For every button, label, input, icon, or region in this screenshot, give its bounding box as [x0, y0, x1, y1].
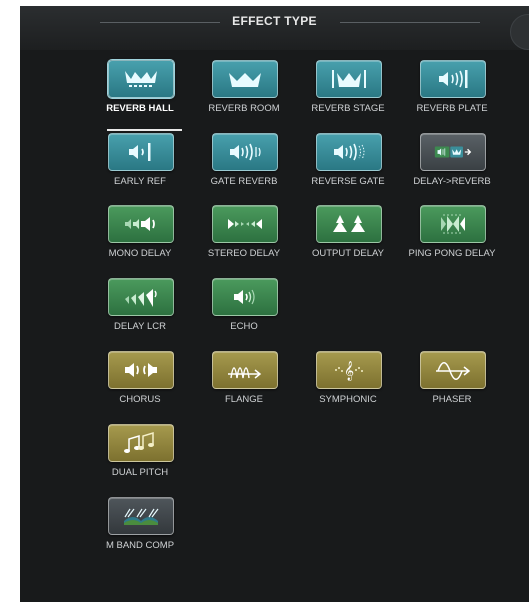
effect-label: M BAND COMP [105, 540, 175, 551]
effect-label: MONO DELAY [108, 248, 172, 259]
effect-delay-lcr[interactable]: DELAY LCR [80, 278, 184, 340]
panel-header: EFFECT TYPE [20, 6, 529, 36]
effect-phaser[interactable]: PHASER [392, 351, 496, 413]
svg-text:𝄞: 𝄞 [344, 361, 354, 381]
effect-label: REVERSE GATE [311, 176, 385, 187]
early-ref-button[interactable] [108, 133, 174, 171]
flange-button[interactable] [212, 351, 278, 389]
effect-dual-pitch[interactable]: DUAL PITCH [80, 424, 184, 486]
effect-reverb-plate[interactable]: REVERB PLATE [392, 60, 496, 122]
chorus-icon [125, 363, 157, 377]
effect-stereo-delay[interactable]: STEREO DELAY [184, 205, 288, 267]
effect-ping-pong-delay[interactable]: PING PONG DELAY [392, 205, 496, 267]
reverb-stage-button[interactable] [316, 60, 382, 98]
effect-m-band-comp[interactable]: M BAND COMP [80, 497, 184, 559]
stereo-delay-icon [228, 219, 262, 229]
effect-label: STEREO DELAY [207, 248, 281, 259]
reverb-room-button[interactable] [212, 60, 278, 98]
effect-delay-reverb[interactable]: DELAY->REVERB [392, 133, 496, 195]
mono-delay-icon [125, 217, 155, 231]
early-ref-icon [129, 143, 151, 161]
mono-delay-button[interactable] [108, 205, 174, 243]
effect-mono-delay[interactable]: MONO DELAY [80, 205, 184, 267]
effect-symphonic[interactable]: 𝄞 SYMPHONIC [288, 351, 392, 413]
reverb-plate-icon [439, 70, 468, 88]
effect-gate-reverb[interactable]: GATE REVERB [184, 133, 288, 195]
effect-reverse-gate[interactable]: REVERSE GATE [288, 133, 392, 195]
effect-label: DUAL PITCH [111, 467, 169, 478]
gate-reverb-button[interactable] [212, 133, 278, 171]
output-delay-button[interactable] [316, 205, 382, 243]
delay-reverb-button[interactable] [420, 133, 486, 171]
effect-label: PHASER [432, 394, 472, 405]
effect-label: REVERB ROOM [208, 103, 280, 114]
delay-lcr-button[interactable] [108, 278, 174, 316]
dual-pitch-button[interactable] [108, 424, 174, 462]
symphonic-button[interactable]: 𝄞 [316, 351, 382, 389]
effect-label: PING PONG DELAY [408, 248, 496, 259]
gate-reverb-icon [230, 143, 261, 161]
symphonic-icon: 𝄞 [335, 361, 363, 381]
output-delay-icon [333, 215, 365, 232]
reverse-gate-icon [334, 143, 365, 161]
effect-label: GATE REVERB [210, 176, 278, 187]
ping-pong-delay-button[interactable] [420, 205, 486, 243]
reverb-plate-button[interactable] [420, 60, 486, 98]
reverb-hall-icon [125, 71, 157, 87]
header-divider-right [340, 22, 480, 23]
effect-type-panel: EFFECT TYPE REVERB HALL REVERB ROOM REVE… [20, 6, 529, 602]
effect-output-delay[interactable]: OUTPUT DELAY [288, 205, 392, 267]
phaser-button[interactable] [420, 351, 486, 389]
effect-reverb-room[interactable]: REVERB ROOM [184, 60, 288, 122]
effect-flange[interactable]: FLANGE [184, 351, 288, 413]
echo-button[interactable] [212, 278, 278, 316]
chorus-button[interactable] [108, 351, 174, 389]
m-band-comp-button[interactable] [108, 497, 174, 535]
effect-label: OUTPUT DELAY [312, 248, 384, 259]
reverse-gate-button[interactable] [316, 133, 382, 171]
effect-label: DELAY->REVERB [413, 176, 491, 187]
effect-chorus[interactable]: CHORUS [80, 351, 184, 413]
echo-icon [234, 289, 255, 305]
effect-label: ECHO [230, 321, 258, 332]
dual-pitch-icon [124, 431, 154, 453]
panel-title: EFFECT TYPE [232, 14, 317, 28]
m-band-comp-icon [124, 508, 159, 525]
effect-label: SYMPHONIC [319, 394, 377, 405]
selected-underline [107, 129, 182, 131]
ping-pong-delay-icon [441, 214, 465, 234]
phaser-icon [436, 362, 471, 380]
effect-label: DELAY LCR [114, 321, 166, 332]
effect-label: REVERB HALL [106, 103, 174, 114]
effect-label: REVERB PLATE [416, 103, 488, 114]
reverb-stage-icon [332, 70, 366, 88]
effect-reverb-hall[interactable]: REVERB HALL [80, 60, 184, 122]
effect-echo[interactable]: ECHO [184, 278, 288, 340]
effect-label: FLANGE [224, 394, 263, 405]
effect-label: EARLY REF [114, 176, 166, 187]
effect-early-ref[interactable]: EARLY REF [80, 133, 184, 195]
delay-lcr-icon [125, 289, 157, 307]
effect-reverb-stage[interactable]: REVERB STAGE [288, 60, 392, 122]
stereo-delay-button[interactable] [212, 205, 278, 243]
flange-icon [228, 367, 262, 379]
delay-reverb-icon [434, 146, 472, 158]
effect-label: CHORUS [119, 394, 161, 405]
reverb-hall-button[interactable] [108, 60, 174, 98]
reverb-room-icon [229, 73, 261, 87]
effect-label: REVERB STAGE [311, 103, 385, 114]
